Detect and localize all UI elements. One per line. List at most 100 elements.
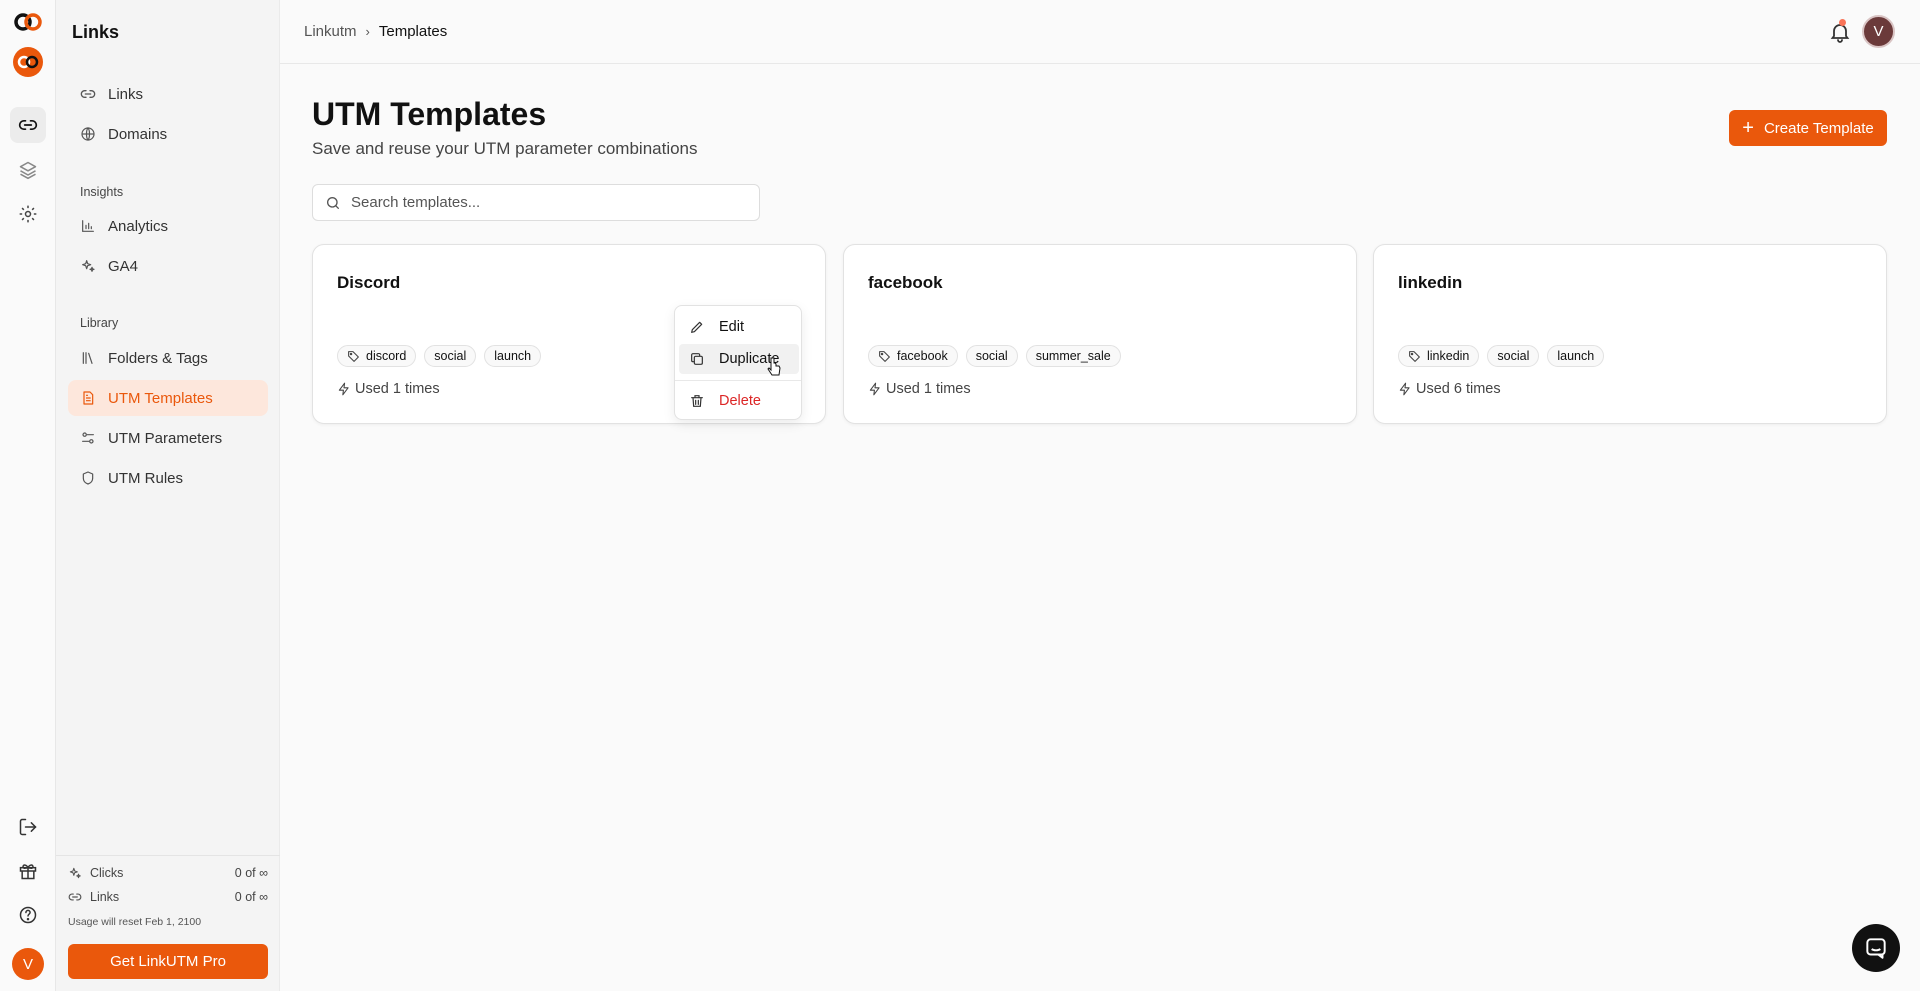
sidebar-item-label: Links — [108, 85, 144, 103]
page-title: UTM Templates — [312, 96, 547, 132]
sidebar-item-utm-rules[interactable]: UTM Rules — [68, 460, 268, 496]
page-subtitle: Save and reuse your UTM parameter combin… — [312, 139, 698, 158]
globe-icon — [81, 127, 95, 141]
tag-label: social — [975, 349, 1008, 363]
icon-rail: V — [0, 0, 56, 991]
logout-icon — [19, 818, 37, 836]
tag-badge: social — [965, 345, 1018, 367]
tag-label: summer_sale — [1035, 349, 1111, 363]
usage-clicks: Clicks 0 of ∞ — [68, 866, 268, 880]
tag-badge: social — [424, 345, 477, 367]
help-icon — [19, 906, 37, 924]
create-template-label: Create Template — [1763, 119, 1874, 137]
sidebar-item-utm-templates[interactable]: UTM Templates — [68, 380, 268, 416]
tag-badge: social — [1487, 345, 1540, 367]
plus-icon: + — [1742, 117, 1754, 139]
rail-avatar[interactable]: V — [12, 948, 44, 980]
library-section-label: Library — [80, 316, 119, 330]
chat-launcher[interactable] — [1852, 924, 1900, 972]
tag-badge: discord — [337, 345, 417, 367]
breadcrumb-root[interactable]: Linkutm — [304, 23, 357, 40]
usage-links-label: Links — [90, 890, 120, 904]
template-card-title: linkedin — [1398, 273, 1463, 292]
template-card[interactable]: linkedin linkedin social launch Used 6 t… — [1373, 244, 1887, 424]
library-icon — [82, 352, 93, 364]
usage-count-label: Used 1 times — [886, 381, 971, 397]
tag-label: linkedin — [1427, 349, 1470, 363]
layers-icon — [19, 161, 37, 180]
usage-links: Links 0 of ∞ — [68, 890, 268, 904]
sidebar-item-analytics[interactable]: Analytics — [68, 208, 268, 244]
rail-layers-button[interactable] — [10, 152, 46, 188]
sidebar-item-domains[interactable]: Domains — [68, 116, 268, 152]
rail-logout-button[interactable] — [10, 809, 46, 845]
menu-delete[interactable]: Delete — [679, 386, 799, 416]
bar-chart-icon — [82, 220, 94, 232]
sidebar-title: Links — [72, 22, 120, 42]
usage-count: Used 1 times — [868, 381, 971, 397]
rail-settings-button[interactable] — [10, 196, 46, 232]
template-tags: linkedin social launch — [1398, 345, 1612, 367]
menu-edit[interactable]: Edit — [679, 312, 799, 342]
shield-icon — [82, 471, 94, 485]
sidebar-item-links[interactable]: Links — [68, 76, 268, 112]
link-icon — [80, 90, 96, 98]
sidebar: Links Links Domains Insights Analytics G… — [56, 0, 280, 991]
breadcrumb: Linkutm › Templates — [304, 23, 447, 40]
menu-edit-label: Edit — [719, 319, 744, 335]
tag-label: discord — [366, 349, 407, 363]
tag-badge: launch — [484, 345, 542, 367]
chat-icon — [1866, 938, 1886, 959]
tag-badge: linkedin — [1398, 345, 1480, 367]
chevron-right-icon: › — [365, 24, 370, 39]
header: Linkutm › Templates V — [280, 0, 1920, 64]
sidebar-item-folders-tags[interactable]: Folders & Tags — [68, 340, 268, 376]
sparkle-icon — [82, 260, 95, 272]
trash-icon — [691, 395, 703, 407]
sparkle-icon — [69, 867, 81, 879]
tag-label: social — [434, 349, 467, 363]
get-pro-button[interactable]: Get LinkUTM Pro — [68, 944, 268, 979]
gear-icon — [19, 205, 37, 223]
create-template-button[interactable]: + Create Template — [1729, 110, 1887, 146]
sidebar-item-ga4[interactable]: GA4 — [68, 248, 268, 284]
tag-badge: summer_sale — [1025, 345, 1121, 367]
sidebar-item-label: Domains — [108, 125, 168, 143]
template-actions-menu: Edit Duplicate Delete — [674, 305, 802, 420]
sidebar-item-label: Folders & Tags — [108, 349, 208, 367]
rail-help-button[interactable] — [10, 897, 46, 933]
sidebar-item-label: UTM Rules — [108, 469, 184, 487]
sidebar-item-label: UTM Templates — [108, 389, 213, 407]
search-input[interactable] — [351, 194, 731, 211]
user-avatar[interactable]: V — [1862, 15, 1895, 48]
file-icon — [83, 391, 94, 405]
tag-label: social — [1497, 349, 1530, 363]
template-card[interactable]: facebook facebook social summer_sale Use… — [843, 244, 1357, 424]
logo-icon[interactable] — [12, 6, 44, 38]
usage-count: Used 6 times — [1398, 381, 1501, 397]
bolt-icon — [869, 382, 880, 396]
rail-links-button[interactable] — [10, 107, 46, 143]
tag-badge: launch — [1547, 345, 1605, 367]
insights-section-label: Insights — [80, 185, 124, 199]
menu-delete-label: Delete — [719, 393, 761, 409]
template-card-title: facebook — [868, 273, 943, 292]
sidebar-item-label: GA4 — [108, 257, 139, 275]
tag-label: launch — [1557, 349, 1595, 363]
workspace-logo-icon[interactable] — [12, 46, 44, 78]
usage-reset-note: Usage will reset Feb 1, 2100 — [68, 916, 202, 928]
search-bar[interactable] — [312, 184, 760, 221]
usage-clicks-label: Clicks — [90, 866, 124, 880]
menu-divider — [675, 380, 801, 381]
tag-icon — [879, 350, 890, 362]
usage-count-label: Used 1 times — [355, 381, 440, 397]
tag-label: facebook — [897, 349, 948, 363]
usage-clicks-value: 0 of ∞ — [234, 866, 268, 880]
sliders-icon — [82, 432, 94, 444]
copy-icon — [691, 353, 703, 365]
sidebar-item-utm-parameters[interactable]: UTM Parameters — [68, 420, 268, 456]
sidebar-item-label: UTM Parameters — [108, 429, 223, 447]
template-tags: facebook social summer_sale — [868, 345, 1129, 367]
rail-gift-button[interactable] — [10, 853, 46, 889]
breadcrumb-current: Templates — [378, 23, 448, 40]
